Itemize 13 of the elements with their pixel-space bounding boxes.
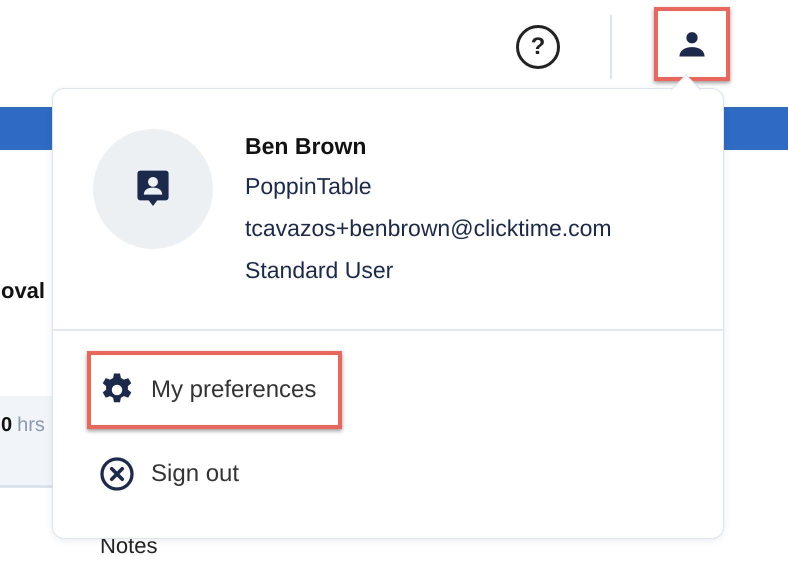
user-email: tcavazos+benbrown@clicktime.com (245, 214, 612, 243)
user-button[interactable] (654, 6, 730, 80)
menu-item[interactable]: My preferences (87, 351, 342, 429)
user-name: Ben Brown (245, 132, 366, 161)
hours-value: 0 (1, 414, 12, 437)
help-button[interactable]: ? (516, 24, 560, 68)
hours-unit: hrs (17, 414, 45, 437)
close-circle-icon (99, 456, 135, 492)
menu-item[interactable]: Sign out (87, 435, 266, 513)
section-heading: oval (1, 278, 46, 304)
notes-label: Notes (100, 535, 158, 557)
user-role: Standard User (245, 256, 394, 285)
company-name: PoppinTable (245, 172, 372, 201)
